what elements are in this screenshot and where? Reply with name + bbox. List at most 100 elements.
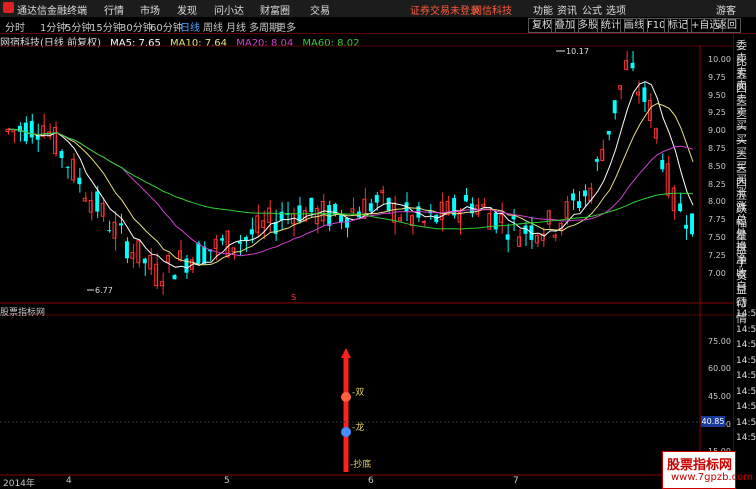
right-panel-item[interactable]: 14:50 bbox=[736, 433, 756, 443]
signal-dot-shuang bbox=[341, 392, 351, 402]
candle-down bbox=[368, 203, 373, 212]
date-label-5: 5 bbox=[224, 476, 230, 486]
candle-down bbox=[119, 223, 123, 226]
price-axis-label: 7.50 bbox=[708, 233, 726, 242]
price-axis-label: 8.00 bbox=[708, 197, 726, 207]
candle-up bbox=[499, 214, 504, 223]
candle-up bbox=[231, 247, 236, 253]
candle-down bbox=[237, 241, 242, 244]
price-axis-label: 7.25 bbox=[708, 250, 726, 260]
candle-up bbox=[112, 221, 117, 239]
high-price-annotation: 10.17 bbox=[566, 47, 589, 56]
date-label-4: 4 bbox=[66, 476, 72, 486]
right-panel-item[interactable]: 14:50 bbox=[736, 387, 756, 397]
candle-down bbox=[684, 224, 689, 229]
candle-down bbox=[678, 203, 683, 212]
candle-up bbox=[534, 234, 539, 244]
candle-up bbox=[624, 60, 629, 70]
right-panel-item[interactable]: 14:50 bbox=[736, 356, 756, 366]
candle-down bbox=[243, 237, 248, 241]
date-label-6: 6 bbox=[368, 476, 374, 486]
ma20-line bbox=[8, 128, 694, 257]
candle-up bbox=[380, 190, 385, 194]
signal-arrow bbox=[341, 348, 351, 358]
indicator-axis-label: 75.00 bbox=[708, 337, 731, 346]
candle-up bbox=[154, 263, 159, 287]
indicator-axis-label: 60.00 bbox=[708, 364, 731, 373]
candle-up bbox=[41, 125, 46, 137]
candle-down bbox=[59, 151, 64, 158]
candle-down bbox=[511, 216, 516, 220]
candle-down bbox=[606, 130, 611, 135]
date-label-2014: 2014年 bbox=[3, 479, 35, 489]
candle-down bbox=[505, 234, 510, 240]
candle-up bbox=[213, 238, 218, 249]
candle-down bbox=[612, 100, 617, 114]
candle-up bbox=[261, 220, 266, 228]
candle-down bbox=[249, 229, 254, 235]
candle-down bbox=[464, 194, 468, 202]
price-axis-label: 9.75 bbox=[708, 72, 726, 82]
label-long: -龙 bbox=[352, 421, 364, 433]
candle-down bbox=[29, 120, 34, 138]
candle-down bbox=[434, 214, 439, 223]
candle-down bbox=[660, 159, 665, 170]
right-panel-item[interactable]: 14:50 bbox=[736, 340, 756, 350]
candle-down bbox=[339, 215, 344, 223]
price-axis-label: 7.00 bbox=[708, 268, 726, 278]
candle-down bbox=[95, 191, 100, 212]
right-panel-item[interactable]: 14:50 bbox=[736, 402, 756, 412]
right-panel-item[interactable]: 14:50 bbox=[736, 418, 756, 428]
candle-up bbox=[100, 202, 105, 217]
candle-up bbox=[225, 230, 230, 258]
candle-down bbox=[279, 211, 284, 221]
candle-down bbox=[690, 213, 694, 235]
candle-down bbox=[571, 193, 576, 201]
right-panel-item[interactable]: 14:50 bbox=[736, 309, 756, 319]
candle-down bbox=[374, 194, 379, 203]
candle-down bbox=[65, 166, 70, 168]
indicator-axis-label: 45.00 bbox=[708, 392, 731, 401]
indicator-value-tag: 40.85 bbox=[701, 416, 725, 427]
candle-down bbox=[172, 275, 177, 280]
price-axis-label: 8.25 bbox=[708, 179, 726, 189]
candle-up bbox=[398, 217, 403, 221]
candle-up bbox=[11, 129, 16, 133]
watermark-logo: 股票指标网 www.7gpzb.com bbox=[662, 451, 753, 489]
candle-down bbox=[77, 177, 82, 185]
candle-up bbox=[421, 221, 426, 224]
price-axis-label: 8.75 bbox=[708, 144, 726, 153]
ma10-line bbox=[8, 102, 694, 266]
price-axis-label: 8.50 bbox=[708, 161, 726, 171]
candle-up bbox=[481, 203, 486, 208]
candle-up bbox=[552, 234, 557, 238]
kline-chart[interactable]: 10.17 6.77 S -双 -龙 -抄底 bbox=[0, 0, 733, 487]
indicator-title[interactable]: 股票指标网 bbox=[0, 305, 45, 318]
candle-down bbox=[107, 230, 112, 232]
candle-down bbox=[386, 198, 391, 211]
candle-up bbox=[546, 210, 551, 225]
candle-up bbox=[517, 236, 521, 247]
candle-up bbox=[88, 199, 93, 213]
candle-down bbox=[345, 217, 349, 228]
candle-up bbox=[53, 127, 58, 155]
candle-up bbox=[665, 163, 670, 196]
price-axis-label: 9.50 bbox=[708, 90, 726, 100]
candle-up bbox=[350, 208, 355, 213]
candle-up bbox=[5, 128, 10, 133]
right-quote-panel: 委比 卖五 卖四 卖三 卖二 卖一 买一 买二 买三 买四 买五 涨跌 涨幅 总量 外盘 换手 净资 收益 自动 行情… bbox=[733, 34, 756, 487]
price-axis-label: 9.25 bbox=[708, 108, 726, 118]
candle-up bbox=[148, 255, 153, 270]
low-price-annotation: 6.77 bbox=[95, 286, 113, 295]
candle-down bbox=[582, 190, 587, 197]
candle-up bbox=[136, 240, 141, 264]
right-panel-item[interactable]: 14:50 bbox=[736, 325, 756, 335]
ma5-line bbox=[8, 81, 694, 269]
right-panel-item[interactable]: 14:50 bbox=[736, 371, 756, 381]
date-label-7: 7 bbox=[513, 476, 519, 486]
label-chaodi: -抄底 bbox=[350, 458, 371, 470]
label-shuang: -双 bbox=[352, 387, 364, 398]
candle-down bbox=[220, 238, 225, 241]
watermark-title: 股票指标网 bbox=[667, 458, 733, 473]
candle-up bbox=[130, 252, 135, 259]
